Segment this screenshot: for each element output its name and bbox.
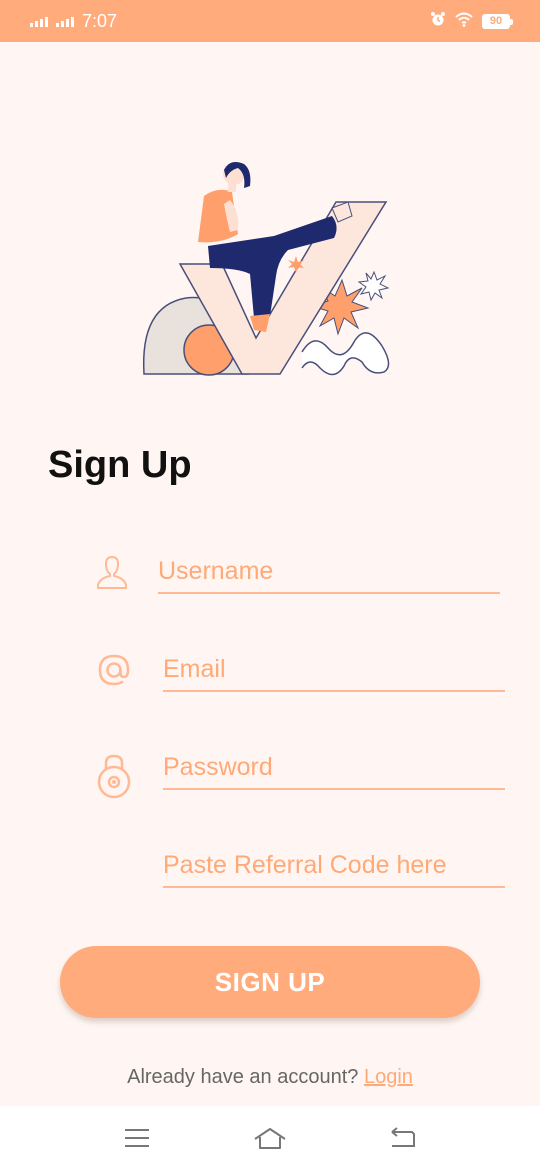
login-prompt-line: Already have an account? Login bbox=[0, 1066, 540, 1089]
system-nav-bar bbox=[0, 1106, 540, 1170]
status-left: 7:07 bbox=[30, 11, 117, 32]
alarm-icon bbox=[430, 11, 446, 32]
status-time: 7:07 bbox=[82, 10, 118, 31]
battery-icon: 90 bbox=[482, 13, 513, 29]
hero-illustration bbox=[138, 156, 402, 382]
login-link[interactable]: Login bbox=[364, 1066, 413, 1088]
login-prompt-text: Already have an account? bbox=[127, 1066, 359, 1088]
username-row bbox=[0, 550, 540, 610]
email-input[interactable] bbox=[163, 650, 505, 692]
signal-icon-2 bbox=[56, 15, 74, 27]
wifi-icon bbox=[454, 11, 474, 32]
signup-button[interactable]: SIGN UP bbox=[60, 946, 480, 1018]
password-row bbox=[0, 746, 540, 806]
at-icon bbox=[94, 650, 134, 690]
menu-icon[interactable] bbox=[117, 1122, 157, 1154]
back-icon[interactable] bbox=[383, 1122, 423, 1154]
email-row bbox=[0, 648, 540, 708]
home-icon[interactable] bbox=[250, 1122, 290, 1154]
user-icon bbox=[92, 552, 132, 592]
signal-icon bbox=[30, 15, 48, 27]
username-input[interactable] bbox=[158, 552, 500, 594]
status-bar: 7:07 90 bbox=[0, 0, 540, 42]
referral-row bbox=[0, 844, 540, 904]
status-right: 90 bbox=[430, 11, 513, 32]
password-input[interactable] bbox=[163, 748, 505, 790]
lock-icon bbox=[94, 754, 134, 799]
page-title: Sign Up bbox=[48, 444, 192, 486]
referral-code-input[interactable] bbox=[163, 846, 505, 888]
